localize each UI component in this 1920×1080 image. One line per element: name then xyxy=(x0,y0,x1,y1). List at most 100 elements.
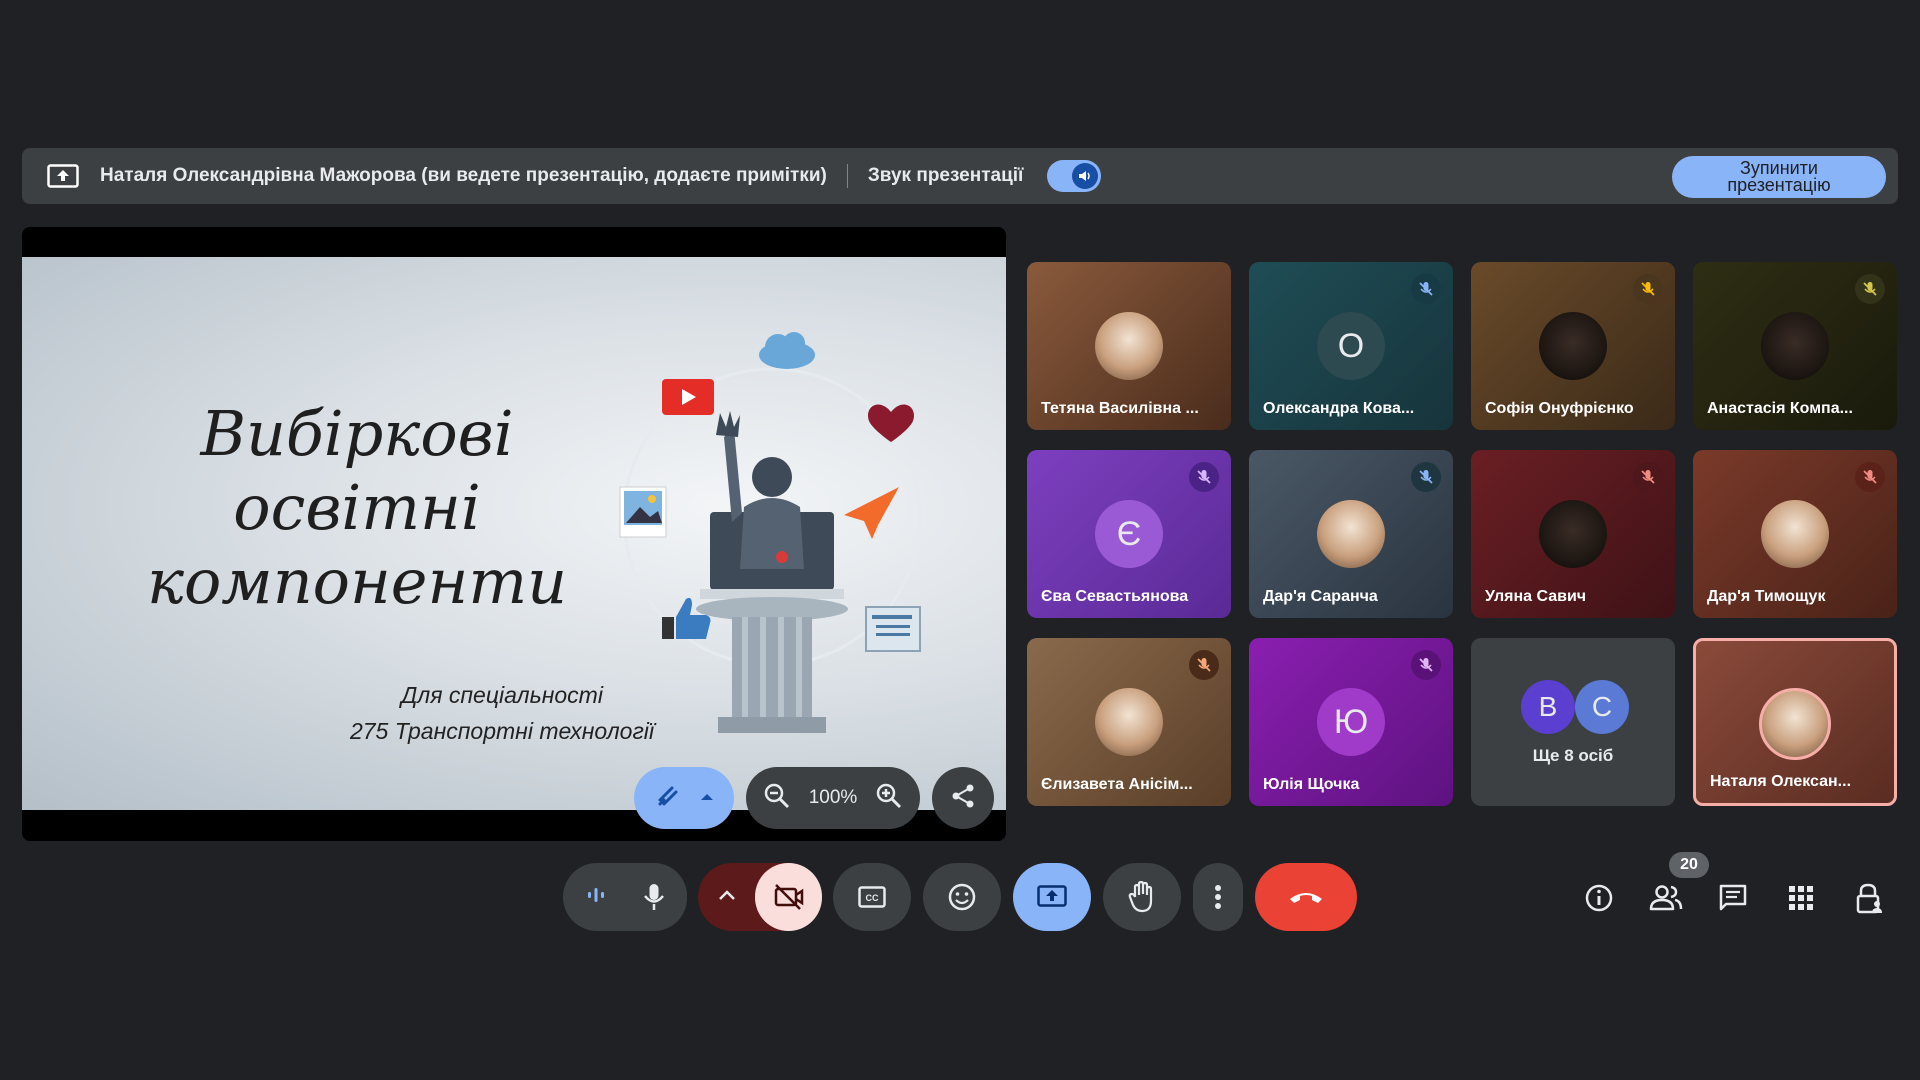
meeting-details-button[interactable] xyxy=(1574,873,1624,923)
avatar xyxy=(1539,312,1607,380)
avatar xyxy=(1317,500,1385,568)
avatar xyxy=(1095,688,1163,756)
captions-button[interactable]: CC xyxy=(833,863,911,931)
presentation-audio-toggle[interactable] xyxy=(1047,160,1102,192)
people-button[interactable] xyxy=(1641,873,1691,923)
participant-name: Анастасія Компа... xyxy=(1707,400,1853,417)
people-icon xyxy=(1649,885,1683,911)
avatar xyxy=(1759,688,1831,760)
mic-group xyxy=(563,863,687,931)
camera-off-icon xyxy=(774,884,803,910)
slide-title-line: освітні xyxy=(233,471,481,544)
info-icon xyxy=(1585,884,1613,912)
participant-name: Олександра Кова... xyxy=(1263,400,1415,417)
participant-tile[interactable]: Єлизавета Анісім... xyxy=(1027,638,1231,806)
chat-icon xyxy=(1719,884,1747,911)
avatar: Є xyxy=(1095,500,1163,568)
host-controls-button[interactable] xyxy=(1844,873,1894,923)
participant-tile[interactable]: Ю Юлія Щочка xyxy=(1249,638,1453,806)
webpage-icon xyxy=(865,606,921,652)
mic-off-icon xyxy=(1855,274,1885,304)
mic-off-icon xyxy=(1189,462,1219,492)
participant-name: Юлія Щочка xyxy=(1263,776,1360,793)
emoji-icon xyxy=(948,883,976,911)
participant-name: Уляна Савич xyxy=(1485,588,1587,605)
avatar: В xyxy=(1521,680,1575,734)
participant-tile[interactable]: Тетяна Василівна ... xyxy=(1027,262,1231,430)
annotation-button[interactable] xyxy=(634,767,734,829)
mic-off-icon xyxy=(1411,462,1441,492)
participant-tile[interactable]: Є Єва Севастьянова xyxy=(1027,450,1231,618)
zoom-in-icon[interactable] xyxy=(875,782,903,815)
people-count-badge: 20 xyxy=(1669,852,1709,878)
present-screen-icon xyxy=(1037,885,1067,907)
picture-icon xyxy=(619,486,667,538)
participant-tile[interactable]: Дар'я Тимощук xyxy=(1693,450,1897,618)
presenting-bar: Наталя Олександрівна Мажорова (ви ведете… xyxy=(22,148,1898,204)
zoom-out-icon[interactable] xyxy=(763,782,791,815)
camera-off-button[interactable] xyxy=(755,863,822,931)
participant-tile[interactable]: Уляна Савич xyxy=(1471,450,1675,618)
reactions-button[interactable] xyxy=(923,863,1001,931)
participant-tile[interactable]: О Олександра Кова... xyxy=(1249,262,1453,430)
zoom-controls: 100% xyxy=(746,767,920,829)
lock-person-icon xyxy=(1856,883,1882,914)
participant-name: Єва Севастьянова xyxy=(1041,588,1189,605)
more-participants-tile[interactable]: В С Ще 8 осіб xyxy=(1471,638,1675,806)
raise-hand-button[interactable] xyxy=(1103,863,1181,931)
activities-button[interactable] xyxy=(1776,873,1826,923)
present-now-button[interactable] xyxy=(1013,863,1091,931)
presentation-stage: Вибіркові освітні компоненти Для спеціал… xyxy=(22,227,1006,841)
divider xyxy=(846,164,848,188)
participant-name: Софія Онуфрієнко xyxy=(1485,400,1634,417)
participant-name: Єлизавета Анісім... xyxy=(1041,776,1193,793)
chevron-up-icon[interactable] xyxy=(700,789,714,807)
slide-title-line: компоненти xyxy=(146,545,568,618)
avatar xyxy=(1095,312,1163,380)
more-participants-label: Ще 8 осіб xyxy=(1532,746,1614,765)
camera-group xyxy=(698,863,822,931)
mic-off-icon xyxy=(1855,462,1885,492)
pen-icon xyxy=(654,782,682,815)
participant-name: Тетяна Василівна ... xyxy=(1041,400,1199,417)
participant-tile[interactable]: Дар'я Саранча xyxy=(1249,450,1453,618)
participant-name: Дар'я Саранча xyxy=(1263,588,1378,605)
speaker-illustration xyxy=(619,332,922,733)
avatar xyxy=(1761,500,1829,568)
more-vert-icon xyxy=(1215,885,1221,909)
slide-title: Вибіркові освітні компоненти xyxy=(82,397,632,619)
mic-off-icon xyxy=(1189,650,1219,680)
youtube-icon xyxy=(662,379,714,415)
mic-off-icon xyxy=(1633,274,1663,304)
participant-name: Дар'я Тимощук xyxy=(1707,588,1826,605)
avatar: Ю xyxy=(1317,688,1385,756)
camera-options-button[interactable] xyxy=(718,888,736,906)
slide-title-line: Вибіркові xyxy=(200,397,514,470)
phone-hangup-icon xyxy=(1290,893,1322,903)
mic-off-icon xyxy=(1633,462,1663,492)
hand-icon xyxy=(1128,881,1153,913)
zoom-level: 100% xyxy=(808,787,858,808)
participant-tile[interactable]: Софія Онуфрієнко xyxy=(1471,262,1675,430)
chat-button[interactable] xyxy=(1708,873,1758,923)
leave-call-button[interactable] xyxy=(1255,863,1357,931)
apps-grid-icon xyxy=(1789,886,1813,910)
participant-tile[interactable]: Анастасія Компа... xyxy=(1693,262,1897,430)
more-options-button[interactable] xyxy=(1193,863,1243,931)
presentation-slide: Вибіркові освітні компоненти Для спеціал… xyxy=(22,257,1006,810)
captions-icon: CC xyxy=(858,886,886,908)
avatar xyxy=(1761,312,1829,380)
presentation-audio-label: Звук презентації xyxy=(867,165,1024,186)
stop-presentation-button[interactable]: Зупинити презентацію xyxy=(1672,156,1886,198)
avatar xyxy=(1539,500,1607,568)
present-screen-icon xyxy=(46,163,80,189)
participant-tile-self[interactable]: Наталя Олексан... xyxy=(1693,638,1897,806)
mic-icon xyxy=(644,884,664,910)
share-button[interactable] xyxy=(932,767,994,829)
svg-text:CC: CC xyxy=(866,893,879,903)
presenter-text: Наталя Олександрівна Мажорова (ви ведете… xyxy=(100,165,827,186)
paper-plane-icon xyxy=(844,487,899,539)
mic-off-icon xyxy=(1411,650,1441,680)
avatar: С xyxy=(1575,680,1629,734)
mic-button[interactable] xyxy=(621,863,687,931)
